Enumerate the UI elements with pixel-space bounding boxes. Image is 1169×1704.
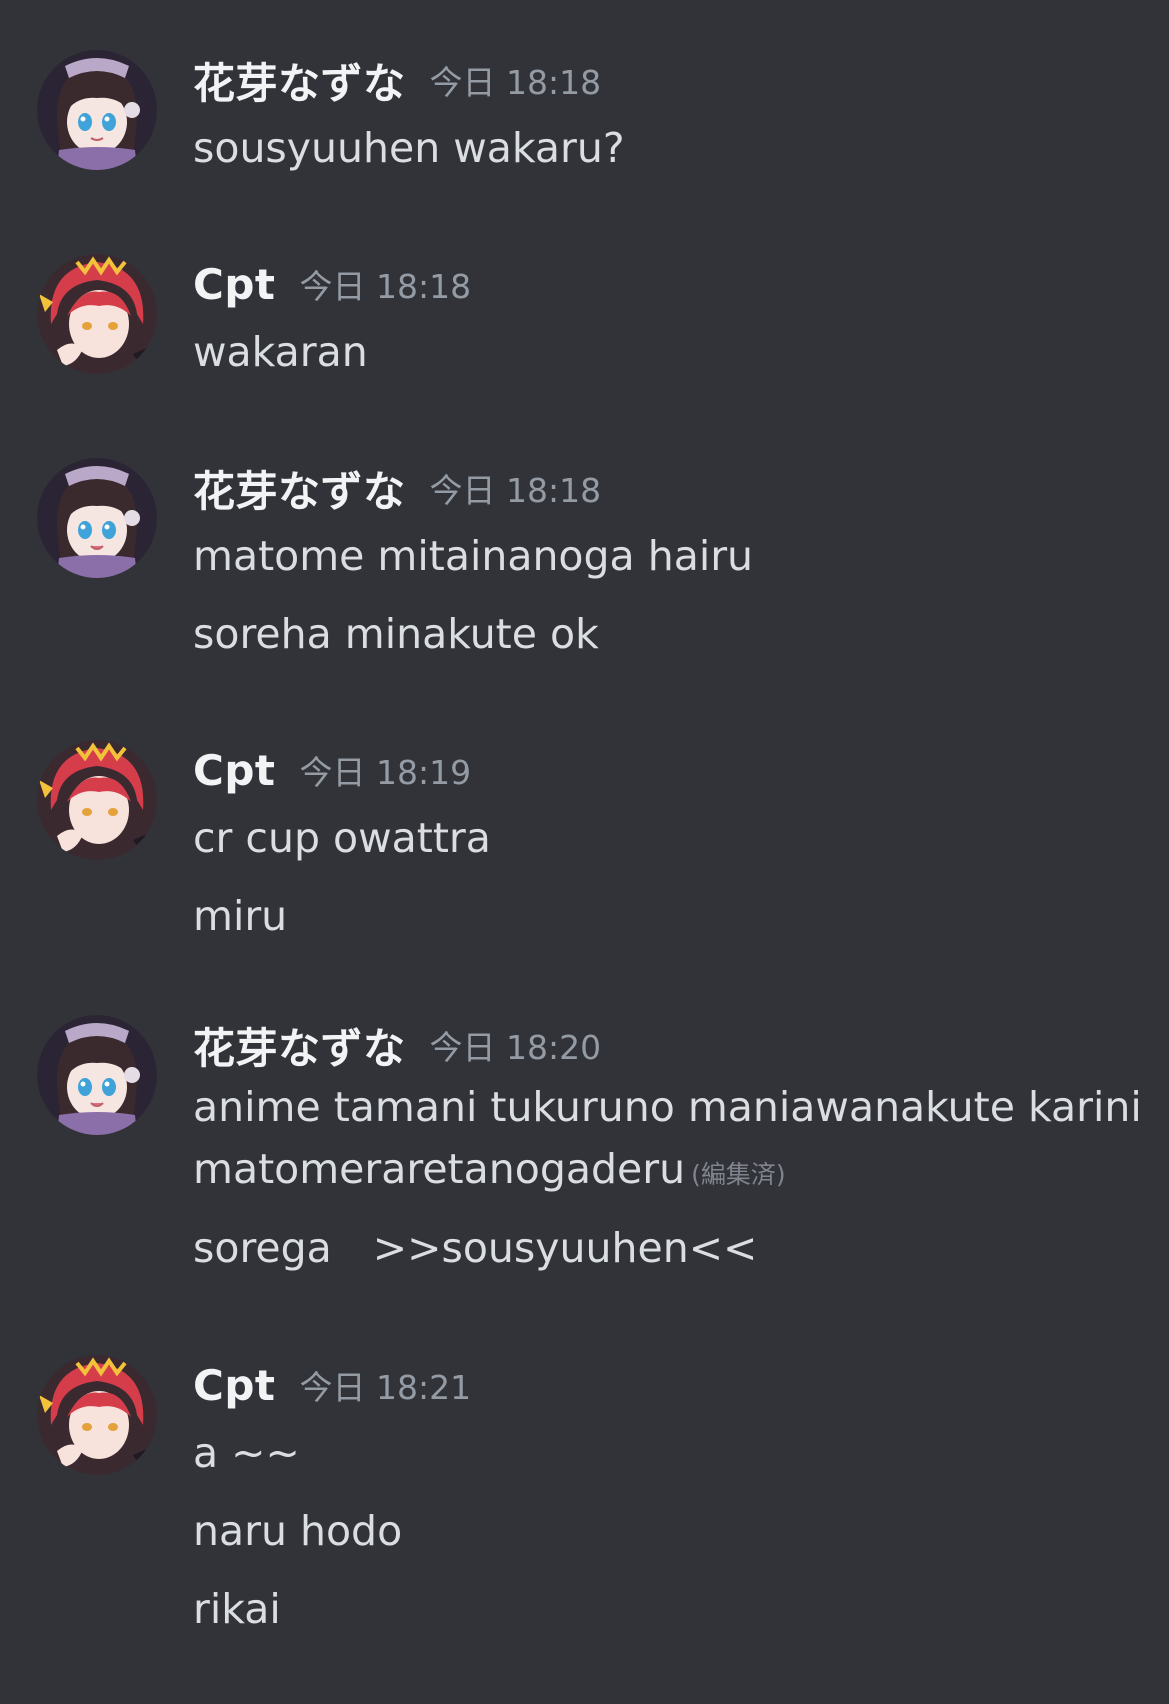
username[interactable]: 花芽なずな <box>193 458 406 519</box>
anime-redhair-avatar-icon[interactable] <box>37 254 157 374</box>
message-header: Cpt 今日 18:19 <box>193 740 471 800</box>
message-header: Cpt 今日 18:18 <box>193 254 471 314</box>
message-text: rikai <box>193 1585 281 1633</box>
message-text: soreha minakute ok <box>193 610 599 658</box>
timestamp: 今日 18:18 <box>429 63 602 102</box>
timestamp: 今日 18:21 <box>299 1368 472 1407</box>
anime-girl-avatar-icon[interactable] <box>37 1015 157 1135</box>
timestamp: 今日 18:18 <box>429 471 602 510</box>
message-text: miru <box>193 892 288 940</box>
timestamp: 今日 18:18 <box>299 267 472 306</box>
timestamp: 今日 18:19 <box>299 753 472 792</box>
username[interactable]: Cpt <box>193 1361 275 1410</box>
anime-girl-avatar-icon[interactable] <box>37 458 157 578</box>
anime-girl-avatar-icon[interactable] <box>37 50 157 170</box>
message-header: 花芽なずな 今日 18:20 <box>193 1015 601 1075</box>
username[interactable]: 花芽なずな <box>193 1015 406 1076</box>
username[interactable]: Cpt <box>193 746 275 795</box>
message-text: matomeraretanogaderu <box>193 1145 686 1193</box>
message-text: sousyuuhen wakaru? <box>193 124 625 172</box>
username[interactable]: Cpt <box>193 260 275 309</box>
username[interactable]: 花芽なずな <box>193 50 406 111</box>
message-text: cr cup owattra <box>193 814 491 862</box>
timestamp: 今日 18:20 <box>429 1028 602 1067</box>
anime-redhair-avatar-icon[interactable] <box>37 1355 157 1475</box>
message-text: matome mitainanoga hairu <box>193 532 754 580</box>
anime-redhair-avatar-icon[interactable] <box>37 740 157 860</box>
message-text: anime tamani tukuruno maniawanakute kari… <box>193 1083 1142 1131</box>
message-text: wakaran <box>193 328 368 376</box>
message-header: Cpt 今日 18:21 <box>193 1355 471 1415</box>
message-header: 花芽なずな 今日 18:18 <box>193 458 601 518</box>
message-text: naru hodo <box>193 1507 403 1555</box>
message-text: sorega >>sousyuuhen<< <box>193 1224 758 1272</box>
edited-label: (編集済) <box>691 1160 786 1189</box>
message-text-edited: matomeraretanogaderu (編集済) <box>193 1139 786 1205</box>
message-text: a ~~ <box>193 1429 300 1477</box>
message-header: 花芽なずな 今日 18:18 <box>193 50 601 110</box>
